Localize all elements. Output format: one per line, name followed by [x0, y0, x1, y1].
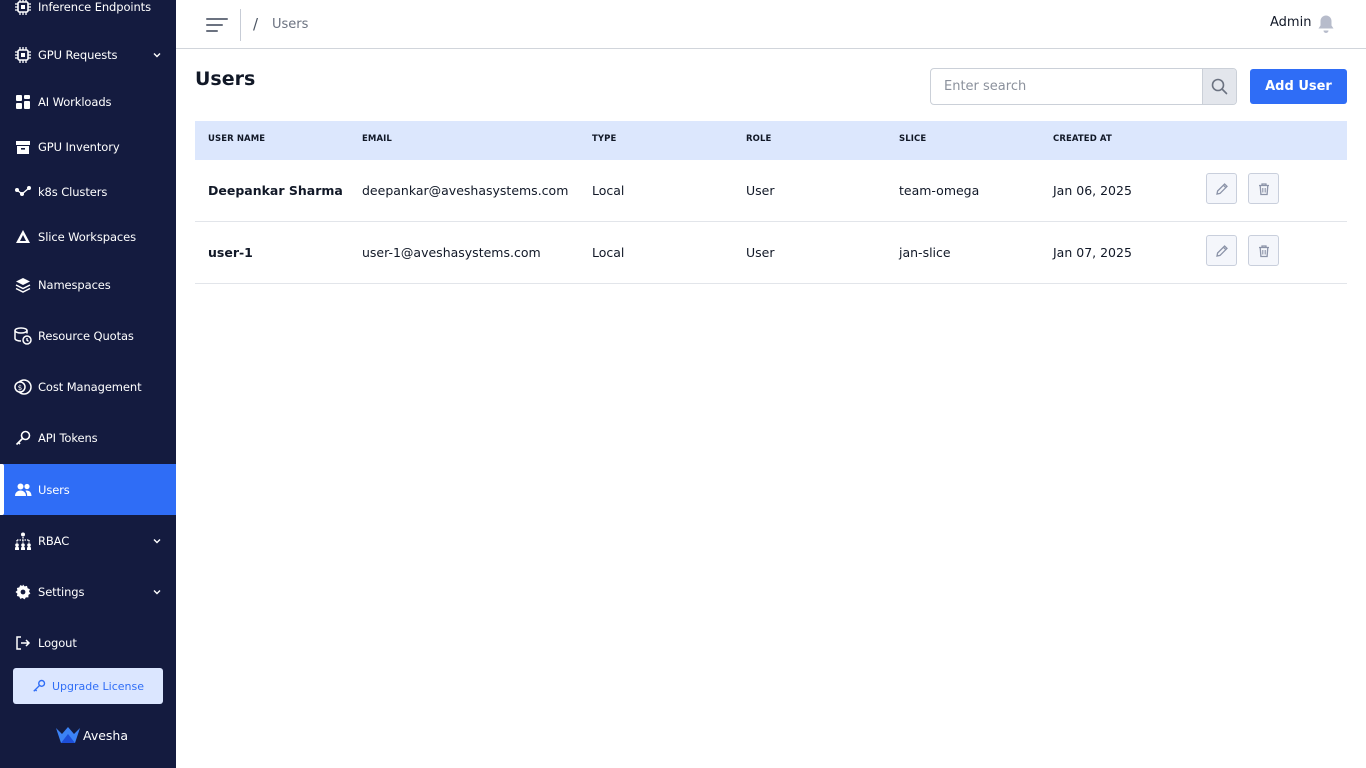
sidebar-item-resource-quotas[interactable]: Resource Quotas: [0, 310, 176, 361]
sidebar-item-inference-endpoints[interactable]: Inference Endpoints: [0, 0, 176, 32]
type-cell: Local: [592, 245, 625, 260]
brand-name: Avesha: [83, 727, 129, 743]
sidebar-item-rbac[interactable]: RBAC: [0, 515, 176, 566]
search-input[interactable]: [931, 69, 1203, 104]
sidebar-item-cost-management[interactable]: $ Cost Management: [0, 361, 176, 412]
sidebar-item-label: AI Workloads: [38, 94, 112, 109]
crown-logo-icon: [56, 726, 80, 743]
workloads-icon: [14, 93, 32, 111]
sidebar-item-label: Slice Workspaces: [38, 229, 136, 244]
sidebar-item-namespaces[interactable]: Namespaces: [0, 259, 176, 310]
edit-button[interactable]: [1206, 235, 1237, 266]
cost-icon: $: [14, 378, 32, 396]
table-row: Deepankar Sharma deepankar@aveshasystems…: [195, 160, 1347, 222]
table-row: user-1 user-1@aveshasystems.com Local Us…: [195, 222, 1347, 284]
quota-icon: [14, 326, 32, 345]
created-at-cell: Jan 07, 2025: [1053, 245, 1132, 260]
sidebar-item-label: k8s Clusters: [38, 184, 108, 199]
search-button[interactable]: [1202, 69, 1236, 104]
bell-icon[interactable]: [1317, 14, 1335, 34]
trash-icon: [1258, 182, 1269, 195]
chip-icon: [14, 0, 32, 16]
gear-icon: [14, 583, 32, 601]
sidebar-item-slice-workspaces[interactable]: Slice Workspaces: [0, 211, 176, 262]
sidebar-item-users[interactable]: Users: [0, 464, 176, 515]
table-header: USER NAME EMAIL TYPE ROLE SLICE CREATED …: [195, 121, 1347, 160]
search-icon: [1211, 78, 1228, 95]
role-cell: User: [746, 183, 775, 198]
add-user-button[interactable]: Add User: [1250, 69, 1347, 104]
sidebar-item-logout[interactable]: Logout: [0, 617, 176, 668]
top-header: / Users Admin: [176, 0, 1366, 49]
user-name-cell: Deepankar Sharma: [208, 183, 343, 198]
user-name-cell: user-1: [208, 245, 253, 260]
user-menu-label[interactable]: Admin: [1270, 15, 1311, 30]
sidebar-item-k8s-clusters[interactable]: k8s Clusters: [0, 166, 176, 217]
column-header-email: EMAIL: [362, 134, 392, 144]
header-divider: [240, 9, 241, 41]
chip-icon: [14, 46, 32, 64]
chevron-down-icon: [153, 538, 161, 543]
slice-cell: jan-slice: [899, 245, 951, 260]
layers-icon: [14, 276, 32, 294]
created-at-cell: Jan 06, 2025: [1053, 183, 1132, 198]
sidebar-item-label: GPU Requests: [38, 47, 118, 62]
column-header-user-name: USER NAME: [208, 134, 266, 144]
edit-button[interactable]: [1206, 173, 1237, 204]
pencil-icon: [1215, 244, 1228, 257]
email-cell: deepankar@aveshasystems.com: [362, 183, 569, 198]
sidebar-item-gpu-inventory[interactable]: GPU Inventory: [0, 121, 176, 172]
archive-icon: [14, 138, 32, 156]
sidebar-item-label: Cost Management: [38, 379, 142, 394]
role-cell: User: [746, 245, 775, 260]
sidebar-item-label: Resource Quotas: [38, 328, 134, 343]
upgrade-license-label: Upgrade License: [52, 679, 144, 693]
sidebar-item-label: RBAC: [38, 533, 70, 548]
slice-cell: team-omega: [899, 183, 980, 198]
delete-button[interactable]: [1248, 235, 1279, 266]
users-icon: [14, 481, 32, 499]
sidebar-item-label: Namespaces: [38, 277, 111, 292]
trash-icon: [1258, 244, 1269, 257]
key-icon: [33, 679, 46, 692]
column-header-role: ROLE: [746, 134, 772, 144]
sidebar-item-settings[interactable]: Settings: [0, 566, 176, 617]
breadcrumb-separator: /: [253, 15, 259, 33]
menu-toggle-icon[interactable]: [206, 15, 228, 35]
sidebar-item-label: Logout: [38, 635, 77, 650]
column-header-created-at: CREATED AT: [1053, 134, 1112, 144]
sidebar-item-ai-workloads[interactable]: AI Workloads: [0, 76, 176, 127]
clusters-icon: [14, 183, 32, 201]
rbac-icon: [14, 532, 32, 550]
svg-text:$: $: [18, 384, 22, 392]
brand-logo: Avesha: [56, 724, 128, 746]
search-box: [930, 68, 1237, 105]
column-header-slice: SLICE: [899, 134, 927, 144]
upgrade-license-button[interactable]: Upgrade License: [13, 668, 163, 704]
sidebar-item-api-tokens[interactable]: API Tokens: [0, 412, 176, 463]
delete-button[interactable]: [1248, 173, 1279, 204]
type-cell: Local: [592, 183, 625, 198]
sidebar: Inference Endpoints GPU Requests AI Work…: [0, 0, 176, 768]
page-title: Users: [195, 68, 256, 90]
sidebar-item-gpu-requests[interactable]: GPU Requests: [0, 29, 176, 80]
logout-icon: [14, 634, 32, 652]
key-icon: [14, 429, 32, 447]
email-cell: user-1@aveshasystems.com: [362, 245, 541, 260]
sidebar-item-label: Inference Endpoints: [38, 0, 151, 14]
chevron-down-icon: [153, 52, 161, 57]
column-header-type: TYPE: [592, 134, 617, 144]
breadcrumb-current: Users: [272, 17, 309, 32]
sidebar-item-label: Settings: [38, 584, 85, 599]
chevron-down-icon: [153, 589, 161, 594]
sidebar-item-label: Users: [38, 482, 70, 497]
sidebar-item-label: API Tokens: [38, 430, 98, 445]
sidebar-item-label: GPU Inventory: [38, 139, 120, 154]
slice-icon: [14, 228, 32, 246]
pencil-icon: [1215, 182, 1228, 195]
